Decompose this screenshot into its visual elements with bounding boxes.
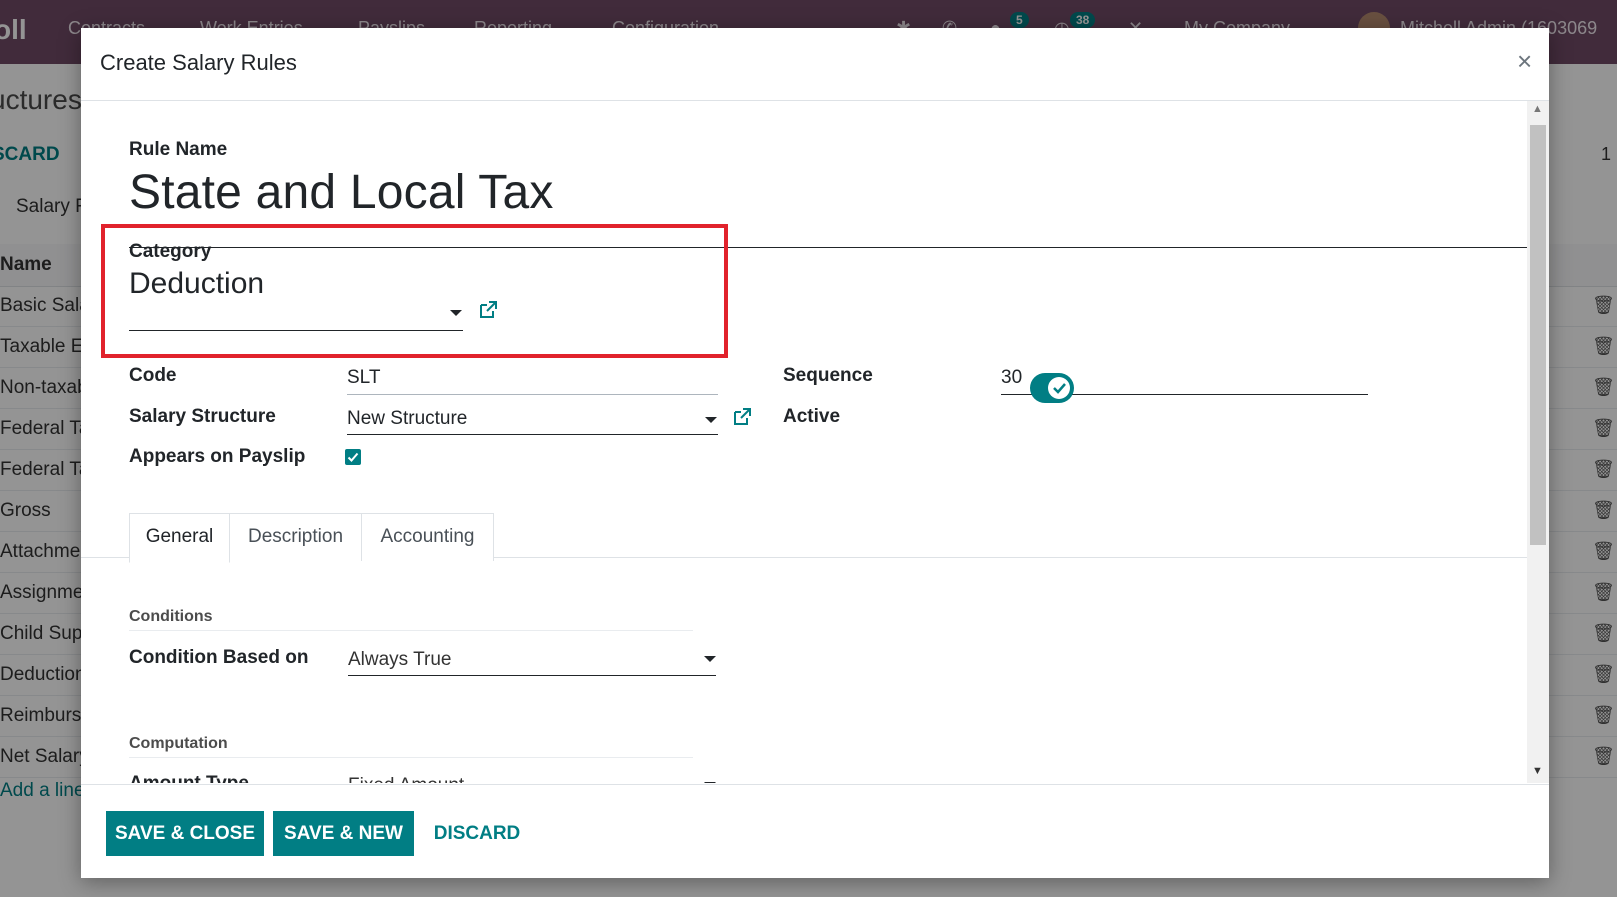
- sequence-input[interactable]: 30: [1001, 367, 1022, 389]
- scrollbar-thumb[interactable]: [1530, 125, 1546, 545]
- check-icon: [1053, 383, 1066, 394]
- condition-based-on-select[interactable]: Always True: [348, 649, 451, 671]
- condition-based-on-label: Condition Based on: [129, 647, 309, 668]
- conditions-heading: Conditions: [129, 608, 213, 625]
- salary-structure-label: Salary Structure: [129, 406, 276, 427]
- dialog-scrollbar[interactable]: ▲ ▼: [1527, 101, 1549, 783]
- computation-heading: Computation: [129, 735, 228, 752]
- sequence-label: Sequence: [783, 365, 873, 386]
- chevron-down-icon[interactable]: [704, 782, 716, 783]
- close-icon[interactable]: ×: [1517, 46, 1532, 77]
- category-highlight-box: [101, 224, 728, 358]
- scroll-down-icon[interactable]: ▼: [1532, 765, 1543, 777]
- chevron-down-icon[interactable]: [705, 417, 717, 423]
- tab-general[interactable]: General: [129, 513, 230, 563]
- check-icon: [347, 452, 359, 462]
- external-link-icon[interactable]: [732, 407, 752, 427]
- save-new-button[interactable]: SAVE & NEW: [273, 811, 414, 856]
- create-salary-rule-dialog: Create Salary Rules × Rule Name State an…: [81, 28, 1549, 878]
- tab-accounting[interactable]: Accounting: [361, 513, 494, 561]
- tab-description[interactable]: Description: [229, 513, 362, 561]
- scroll-up-icon[interactable]: ▲: [1532, 103, 1543, 115]
- salary-structure-underline: [347, 434, 718, 435]
- dialog-title: Create Salary Rules: [100, 50, 297, 75]
- save-close-button[interactable]: SAVE & CLOSE: [106, 811, 264, 856]
- toggle-knob: [1048, 377, 1070, 399]
- discard-button[interactable]: DISCARD: [427, 811, 527, 856]
- salary-structure-select[interactable]: New Structure: [347, 408, 467, 430]
- rule-name-input[interactable]: State and Local Tax: [129, 165, 554, 220]
- dialog-footer: SAVE & CLOSE SAVE & NEW DISCARD: [81, 784, 1549, 879]
- code-label: Code: [129, 365, 177, 386]
- conditions-separator: [129, 630, 693, 631]
- computation-separator: [129, 757, 693, 758]
- rule-name-label: Rule Name: [129, 139, 228, 160]
- chevron-down-icon[interactable]: [704, 656, 716, 662]
- amount-type-select[interactable]: Fixed Amount: [348, 775, 464, 783]
- notebook-tabs: General Description Accounting: [81, 507, 1527, 563]
- active-toggle[interactable]: [1030, 373, 1074, 403]
- amount-type-label: Amount Type: [129, 773, 249, 783]
- appears-on-payslip-checkbox[interactable]: [345, 449, 361, 465]
- condition-underline: [348, 675, 716, 676]
- dialog-header: Create Salary Rules ×: [81, 28, 1549, 101]
- active-label: Active: [783, 406, 841, 427]
- code-underline: [347, 394, 718, 395]
- code-input[interactable]: SLT: [347, 367, 380, 389]
- appears-on-payslip-label: Appears on Payslip: [129, 446, 306, 467]
- dialog-body[interactable]: Rule Name State and Local Tax Category D…: [81, 101, 1549, 783]
